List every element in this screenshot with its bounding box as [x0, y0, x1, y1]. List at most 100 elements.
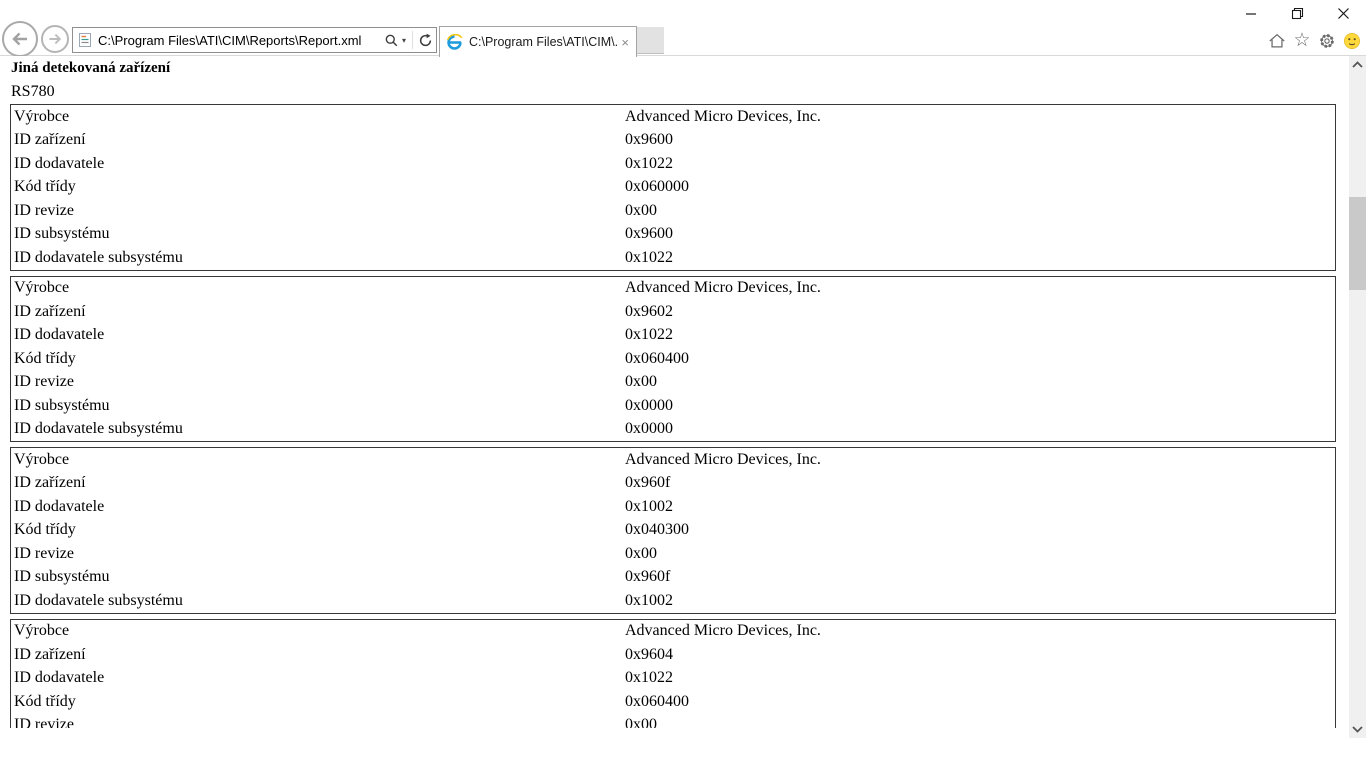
- property-label: Kód třídy: [14, 692, 76, 710]
- table-row: ID revize 0x00: [11, 199, 1335, 223]
- property-label: ID dodavatele: [14, 154, 105, 172]
- table-row: ID zařízení 0x960f: [11, 472, 1335, 496]
- table-row: Kód třídy 0x060400: [11, 690, 1335, 714]
- table-row: ID zařízení 0x9604: [11, 643, 1335, 667]
- property-value: Advanced Micro Devices, Inc.: [625, 450, 821, 468]
- feedback-smiley-icon[interactable]: [1343, 32, 1361, 50]
- property-label: Výrobce: [14, 279, 70, 297]
- device-name: RS780: [11, 83, 55, 100]
- chevron-up-icon: [1352, 61, 1363, 68]
- table-row: ID dodavatele subsystému 0x0000: [11, 418, 1335, 442]
- property-label: Kód třídy: [14, 521, 76, 539]
- property-label: ID zařízení: [14, 131, 86, 149]
- property-label: Kód třídy: [14, 349, 76, 367]
- table-row: Výrobce Advanced Micro Devices, Inc.: [11, 620, 1335, 644]
- close-button[interactable]: [1320, 0, 1366, 26]
- table-row: ID subsystému 0x0000: [11, 394, 1335, 418]
- property-value: 0x9602: [625, 302, 673, 320]
- browser-chrome: C:\Program Files\ATI\CIM\Reports\Report.…: [0, 0, 1366, 57]
- property-value: 0x9604: [625, 645, 673, 663]
- property-value: 0x1022: [625, 248, 673, 266]
- property-label: ID subsystému: [14, 396, 110, 414]
- property-value: 0x00: [625, 544, 657, 562]
- refresh-icon[interactable]: [415, 28, 436, 52]
- property-value: 0x00: [625, 716, 657, 728]
- property-value: 0x1022: [625, 154, 673, 172]
- table-row: Kód třídy 0x040300: [11, 519, 1335, 543]
- property-label: ID dodavatele subsystému: [14, 248, 183, 266]
- property-label: ID subsystému: [14, 225, 110, 243]
- device-table: Výrobce Advanced Micro Devices, Inc. ID za…: [10, 618, 1336, 728]
- property-label: ID dodavatele: [14, 497, 105, 515]
- scroll-down-button[interactable]: [1349, 721, 1366, 738]
- property-value: 0x060000: [625, 178, 689, 196]
- close-icon: [1337, 7, 1349, 19]
- back-button[interactable]: [2, 21, 38, 57]
- restore-button[interactable]: [1274, 0, 1320, 26]
- vertical-scrollbar[interactable]: [1349, 56, 1366, 738]
- property-label: ID revize: [14, 716, 74, 728]
- url-field[interactable]: C:\Program Files\ATI\CIM\Reports\Report.…: [98, 33, 381, 48]
- minimize-icon: [1246, 13, 1256, 15]
- page-title: Jiná detekovaná zařízení: [11, 60, 171, 76]
- table-row: ID subsystému 0x960f: [11, 566, 1335, 590]
- property-label: ID subsystému: [14, 568, 110, 586]
- table-row: ID zařízení 0x9602: [11, 300, 1335, 324]
- table-row: Kód třídy 0x060400: [11, 347, 1335, 371]
- table-row: ID revize 0x00: [11, 714, 1335, 728]
- address-bar[interactable]: C:\Program Files\ATI\CIM\Reports\Report.…: [72, 27, 437, 53]
- table-row: Kód třídy 0x060000: [11, 176, 1335, 200]
- browser-actions: ☆: [1268, 31, 1361, 50]
- table-row: ID dodavatele 0x1022: [11, 152, 1335, 176]
- new-tab-button[interactable]: [637, 27, 664, 54]
- window-controls: [1228, 0, 1366, 26]
- settings-gear-icon[interactable]: [1318, 32, 1336, 50]
- back-arrow-icon: [12, 32, 27, 46]
- table-row: Výrobce Advanced Micro Devices, Inc.: [11, 448, 1335, 472]
- table-row: ID dodavatele 0x1002: [11, 495, 1335, 519]
- favorites-star-icon[interactable]: ☆: [1293, 31, 1311, 50]
- device-table: Výrobce Advanced Micro Devices, Inc. ID za…: [10, 447, 1336, 614]
- property-label: Výrobce: [14, 450, 70, 468]
- property-value: 0x1022: [625, 326, 673, 344]
- property-value: 0x0000: [625, 420, 673, 438]
- address-bar-divider: [412, 31, 413, 49]
- table-row: ID zařízení 0x9600: [11, 129, 1335, 153]
- property-value: 0x060400: [625, 692, 689, 710]
- search-icon[interactable]: [381, 28, 402, 52]
- table-row: Výrobce Advanced Micro Devices, Inc.: [11, 277, 1335, 301]
- property-label: ID zařízení: [14, 474, 86, 492]
- tab-close-icon[interactable]: ×: [621, 36, 629, 49]
- table-row: ID dodavatele 0x1022: [11, 324, 1335, 348]
- property-value: 0x00: [625, 373, 657, 391]
- property-value: 0x960f: [625, 568, 671, 586]
- ie-logo-icon: [446, 33, 463, 51]
- table-row: ID subsystému 0x9600: [11, 223, 1335, 247]
- property-label: ID dodavatele: [14, 669, 105, 687]
- table-row: ID dodavatele 0x1022: [11, 667, 1335, 691]
- forward-button[interactable]: [41, 25, 69, 53]
- home-icon[interactable]: [1268, 32, 1286, 50]
- property-value: 0x1002: [625, 591, 673, 609]
- chevron-down-icon: [1352, 726, 1363, 733]
- restore-icon: [1291, 7, 1303, 19]
- scroll-up-button[interactable]: [1349, 56, 1366, 73]
- property-label: Výrobce: [14, 622, 70, 640]
- property-value: 0x1002: [625, 497, 673, 515]
- property-label: ID revize: [14, 373, 74, 391]
- minimize-button[interactable]: [1228, 0, 1274, 26]
- report-tables: Výrobce Advanced Micro Devices, Inc. ID za…: [0, 104, 1349, 728]
- table-row: Výrobce Advanced Micro Devices, Inc.: [11, 105, 1335, 129]
- address-dropdown-icon[interactable]: ▾: [402, 36, 410, 45]
- property-label: ID dodavatele subsystému: [14, 591, 183, 609]
- table-row: ID dodavatele subsystému 0x1022: [11, 246, 1335, 270]
- property-label: ID zařízení: [14, 302, 86, 320]
- scrollbar-thumb[interactable]: [1349, 197, 1366, 290]
- property-value: 0x960f: [625, 474, 671, 492]
- property-value: 0x060400: [625, 349, 689, 367]
- property-label: ID revize: [14, 201, 74, 219]
- property-value: 0x00: [625, 201, 657, 219]
- table-row: ID revize 0x00: [11, 371, 1335, 395]
- browser-tab[interactable]: C:\Program Files\ATI\CIM\... ×: [439, 26, 637, 57]
- forward-arrow-icon: [49, 33, 62, 45]
